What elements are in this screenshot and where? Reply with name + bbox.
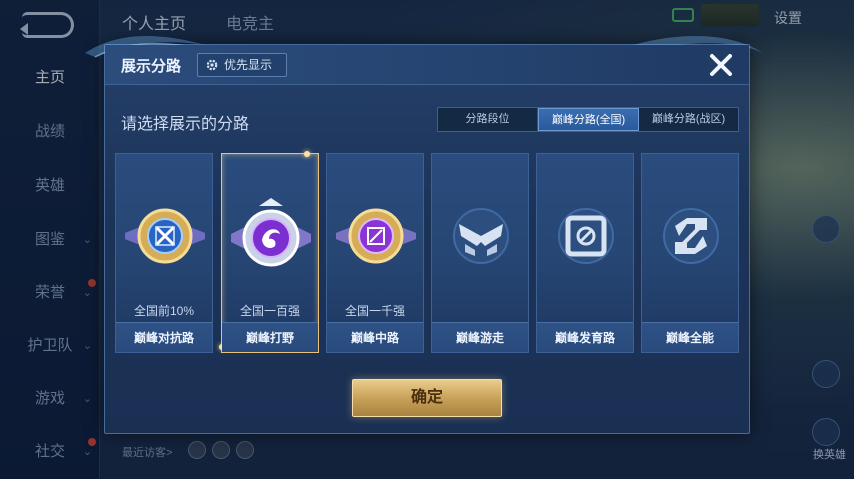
route-card-list: 全国前10% 巅峰对抗路 全国一百强 巅峰打野 全国一千强 巅峰中路 巅峰游走 … — [115, 151, 741, 353]
route-card-top[interactable]: 全国前10% 巅峰对抗路 — [115, 153, 213, 353]
rank-text: 全国一千强 — [344, 304, 405, 318]
route-card-jungle[interactable]: 全国一百强 巅峰打野 — [219, 151, 319, 353]
gear-icon — [206, 59, 218, 71]
route-card-adc[interactable]: 巅峰发育路 — [536, 153, 634, 353]
route-name: 巅峰中路 — [327, 322, 423, 352]
purple-dragon-emblem-icon — [231, 198, 311, 267]
route-name: 巅峰打野 — [222, 322, 318, 352]
tab-peak-national[interactable]: 巅峰分路(全国) — [538, 108, 639, 131]
route-display-dialog: 展示分路 优先显示 请选择展示的分路 分路段位 巅峰分路(全国) 巅峰分路(战区… — [85, 35, 763, 434]
selection-prompt: 请选择展示的分路 — [121, 116, 250, 133]
target-emblem-icon — [558, 208, 614, 264]
route-name: 巅峰游走 — [432, 322, 528, 352]
rank-text: 全国一百强 — [239, 304, 300, 318]
tab-peak-region[interactable]: 巅峰分路(战区) — [639, 108, 738, 131]
gold-magic-emblem-icon — [336, 208, 416, 264]
gold-sword-emblem-icon — [125, 208, 205, 264]
route-name: 巅峰发育路 — [537, 322, 633, 352]
wings-emblem-icon — [453, 208, 509, 264]
priority-display-label: 优先显示 — [224, 58, 273, 72]
tab-route-rank[interactable]: 分路段位 — [438, 108, 538, 131]
route-scope-tabs: 分路段位 巅峰分路(全国) 巅峰分路(战区) — [437, 107, 739, 132]
close-icon[interactable] — [707, 51, 735, 79]
rank-text: 全国前10% — [133, 304, 195, 318]
dialog-title: 展示分路 — [121, 58, 182, 75]
route-card-allround[interactable]: 巅峰全能 — [641, 153, 739, 353]
route-card-support[interactable]: 巅峰游走 — [431, 153, 529, 353]
allround-emblem-icon — [663, 208, 719, 264]
route-name: 巅峰全能 — [642, 322, 738, 352]
route-card-mid[interactable]: 全国一千强 巅峰中路 — [326, 153, 424, 353]
dialog-header: 展示分路 优先显示 — [105, 45, 749, 85]
priority-display-button[interactable]: 优先显示 — [197, 53, 287, 77]
sparkle-icon — [304, 151, 310, 157]
confirm-button[interactable]: 确定 — [352, 379, 502, 417]
route-name: 巅峰对抗路 — [116, 322, 212, 352]
